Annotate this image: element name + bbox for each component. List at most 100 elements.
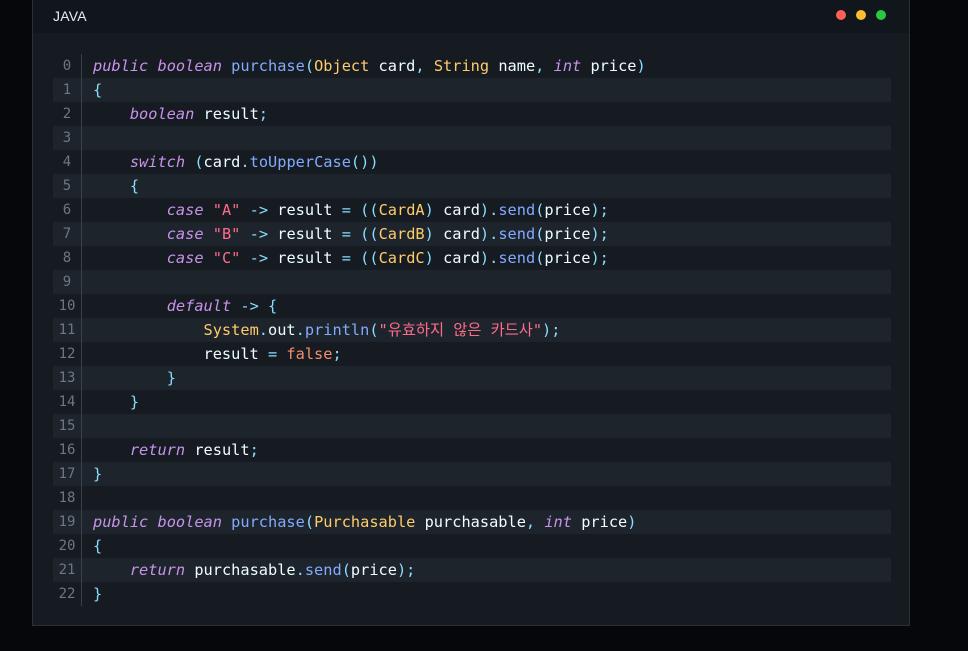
code-token: . (295, 561, 305, 579)
code-block-header: JAVA (33, 0, 909, 33)
code-token: result (194, 105, 259, 123)
code-token: purchase (231, 513, 305, 531)
code-line: 1{ (53, 78, 891, 102)
code-token: boolean (157, 57, 222, 75)
line-number: 14 (53, 390, 82, 414)
code-token: -> (249, 225, 269, 243)
line-number: 13 (53, 366, 82, 390)
code-line: 19 public boolean purchase(Purchasable pu… (53, 510, 891, 534)
line-number: 21 (53, 558, 82, 582)
code-line: 16 return result; (53, 438, 891, 462)
code-token: send (498, 249, 536, 267)
code-token: ()) (350, 153, 379, 171)
code-token: send (304, 561, 342, 579)
code-token: Purchasable (314, 513, 416, 531)
code-token: ( (304, 513, 315, 531)
code-token: -> (249, 249, 269, 267)
code-block: JAVA 0 public boolean purchase(Object car… (32, 0, 910, 626)
line-number: 12 (53, 342, 82, 366)
line-code: System.out.println("유효하지 않은 카드사"); (93, 318, 561, 342)
line-number: 6 (53, 198, 82, 222)
code-token: card (203, 153, 241, 171)
code-token: price (571, 513, 628, 531)
code-token: ( (341, 561, 351, 579)
code-token: ) (636, 57, 646, 75)
yellow-dot-icon (856, 10, 866, 20)
code-line: 4 switch (card.toUpperCase()) (53, 150, 891, 174)
code-token: send (498, 225, 536, 243)
line-number: 7 (53, 222, 82, 246)
code-line: 12 result = false; (53, 342, 891, 366)
line-code: { (93, 174, 139, 198)
code-line: 13 } (53, 366, 891, 390)
line-code: return purchasable.send(price); (93, 558, 416, 582)
line-code: switch (card.toUpperCase()) (93, 150, 379, 174)
line-number: 11 (53, 318, 82, 342)
code-line: 5 { (53, 174, 891, 198)
code-line: 17} (53, 462, 891, 486)
code-token: } (129, 393, 140, 411)
line-code: case "B" -> result = ((CardB) card).send… (93, 222, 609, 246)
code-token: . (258, 321, 268, 339)
line-number: 1 (53, 78, 82, 102)
line-code: } (93, 582, 102, 606)
code-token: = (267, 345, 278, 363)
code-token: (( (360, 225, 379, 243)
code-token: ). (479, 225, 499, 243)
code-token: , (535, 57, 545, 75)
code-token: case (166, 249, 204, 267)
code-token: String (433, 57, 490, 75)
line-code: case "A" -> result = ((CardA) card).send… (93, 198, 609, 222)
code-token: toUpperCase (249, 153, 351, 171)
code-token: return (129, 561, 186, 579)
code-line: 15 (53, 414, 891, 438)
line-number: 8 (53, 246, 82, 270)
code-line: 6 case "A" -> result = ((CardA) card).se… (53, 198, 891, 222)
line-code: } (93, 366, 176, 390)
code-token: -> (249, 201, 269, 219)
code-token: "A" (212, 201, 241, 219)
code-token: public (93, 57, 149, 75)
code-token: price (350, 561, 397, 579)
code-token: ) (627, 513, 637, 531)
line-code: } (93, 462, 102, 486)
code-token: ); (590, 225, 609, 243)
code-token: name (489, 57, 536, 75)
code-token: ); (590, 201, 609, 219)
code-token: } (93, 465, 103, 483)
code-token: result (268, 249, 342, 267)
language-label: JAVA (53, 8, 87, 24)
code-token: boolean (129, 105, 195, 123)
green-dot-icon (876, 10, 886, 20)
code-line: 14 } (53, 390, 891, 414)
code-token: , (415, 57, 425, 75)
code-token: result (93, 345, 268, 363)
code-token: = (341, 201, 351, 219)
line-number: 19 (53, 510, 82, 534)
code-token: (( (360, 201, 379, 219)
code-token: { (93, 81, 103, 99)
code-token: ). (479, 249, 499, 267)
line-number: 20 (53, 534, 82, 558)
line-number: 4 (53, 150, 82, 174)
code-token: price (544, 225, 591, 243)
code-token: (( (360, 249, 379, 267)
code-token: ) (424, 225, 434, 243)
red-dot-icon (836, 10, 846, 20)
code-token: = (341, 249, 351, 267)
code-line: 9 (53, 270, 891, 294)
code-line: 18 (53, 486, 891, 510)
